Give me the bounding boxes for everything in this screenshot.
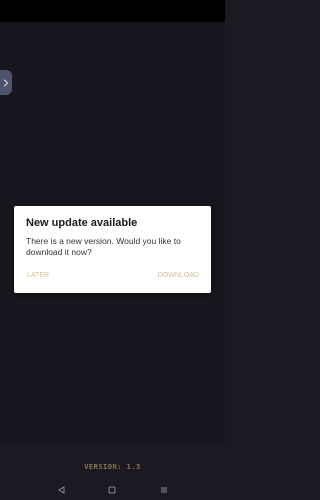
dialog-title: New update available [26,217,138,229]
dialog-message: There is a new version. Would you like t… [26,236,181,257]
back-triangle-icon[interactable] [58,486,65,494]
menu-lines-icon[interactable] [160,486,168,494]
later-button[interactable]: LATER [27,272,49,279]
update-dialog: New update available There is a new vers… [14,206,211,293]
home-square-icon[interactable] [108,486,116,494]
download-button[interactable]: DOWNLOAD [158,272,199,279]
